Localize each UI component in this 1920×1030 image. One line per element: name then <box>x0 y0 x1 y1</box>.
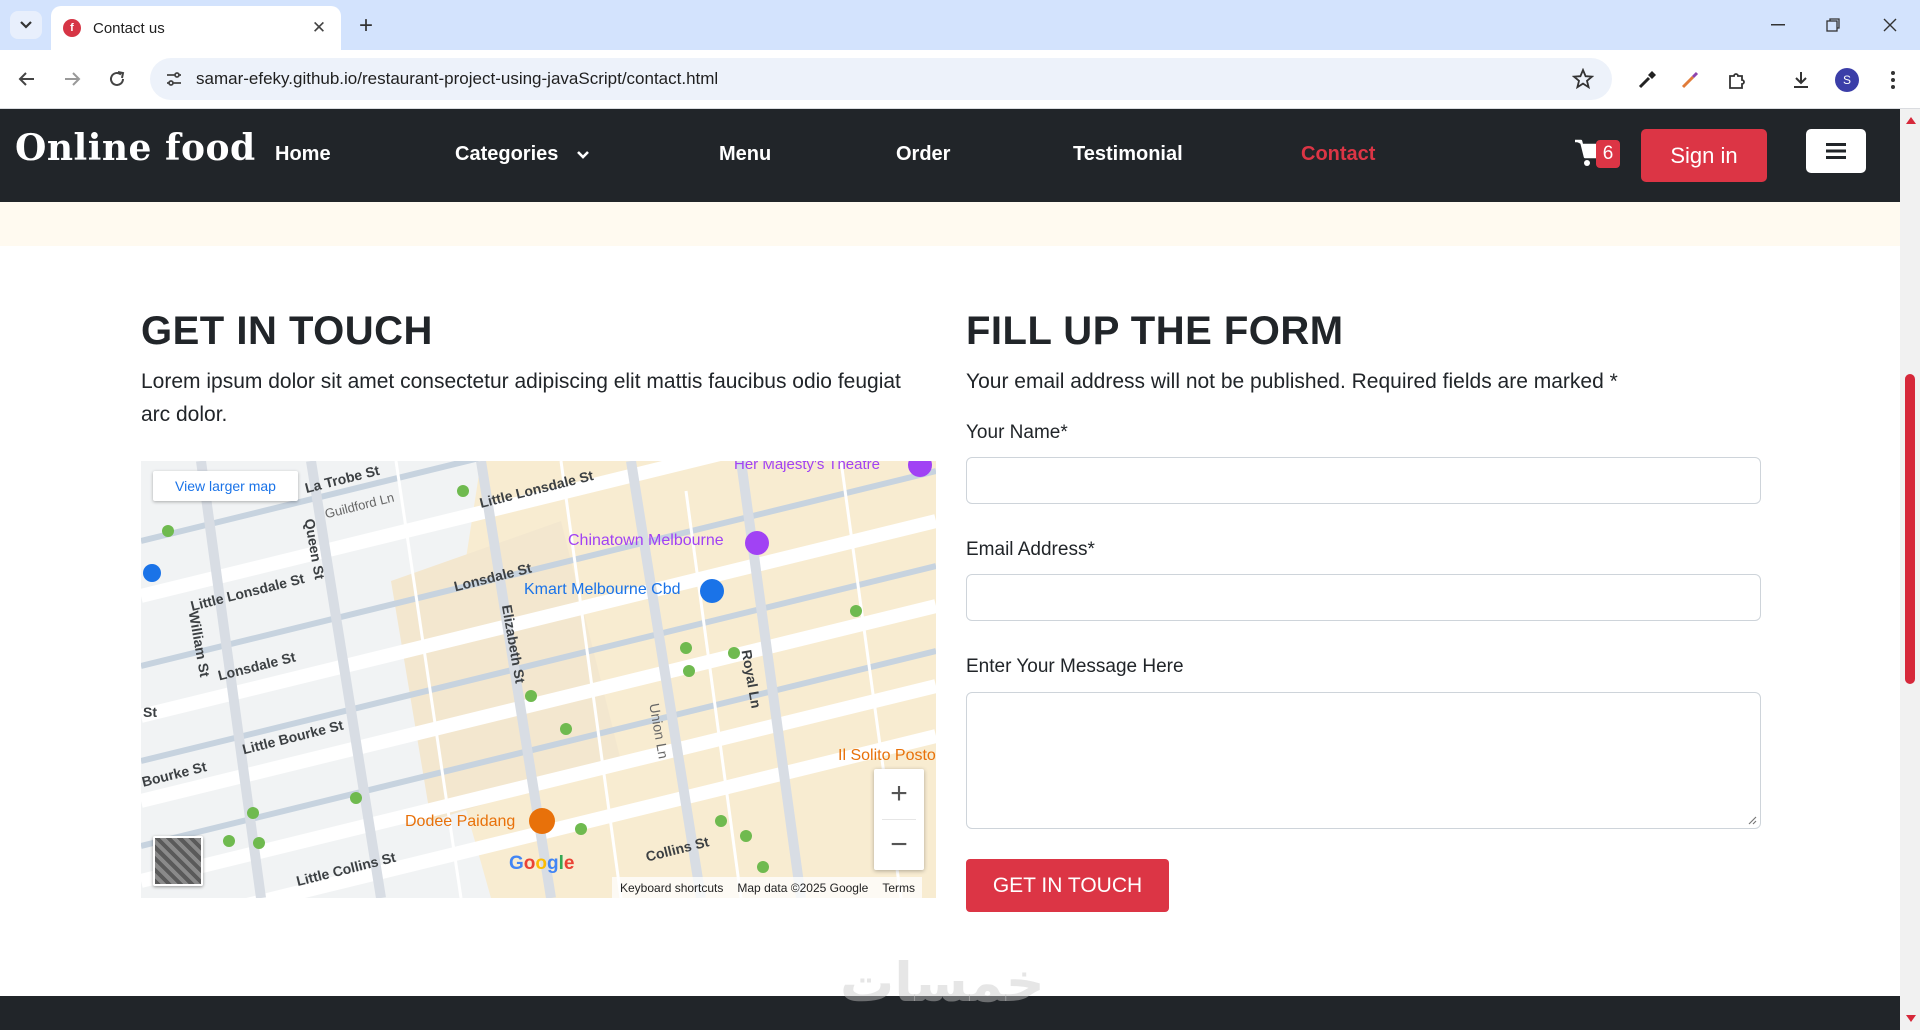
site-navbar: Online food Home Categories Menu Order T… <box>0 109 1900 202</box>
map-streets <box>141 461 936 898</box>
email-label: Email Address* <box>966 539 1095 560</box>
page-viewport: Online food Home Categories Menu Order T… <box>0 109 1900 1030</box>
view-larger-map-link[interactable]: View larger map <box>153 471 298 501</box>
map-attribution: Keyboard shortcuts Map data ©2025 Google… <box>612 877 922 898</box>
back-icon[interactable] <box>12 64 42 94</box>
tab-title: Contact us <box>93 19 165 37</box>
keyboard-shortcuts-link[interactable]: Keyboard shortcuts <box>620 881 723 895</box>
resize-grip-icon[interactable] <box>1747 815 1757 825</box>
cart-count-badge: 6 <box>1596 140 1620 168</box>
page-scrollbar[interactable] <box>1900 109 1920 1030</box>
nav-order[interactable]: Order <box>896 143 950 166</box>
nav-contact[interactable]: Contact <box>1301 143 1375 166</box>
reload-icon[interactable] <box>102 64 132 94</box>
url-text: samar-efeky.github.io/restaurant-project… <box>196 69 719 88</box>
map-data-text: Map data ©2025 Google <box>737 880 869 895</box>
close-icon[interactable]: ✕ <box>309 18 329 38</box>
paint-icon[interactable] <box>1676 66 1704 94</box>
map-place-theatre[interactable]: Her Majesty's Theatre <box>734 461 880 473</box>
google-map[interactable]: Her Majesty's Theatre Chinatown Melbourn… <box>141 461 936 898</box>
name-label: Your Name* <box>966 422 1068 443</box>
download-icon[interactable] <box>1787 66 1815 94</box>
extensions-icon[interactable] <box>1723 66 1751 94</box>
contact-title: GET IN TOUCH <box>141 309 433 353</box>
brand-logo[interactable]: Online food <box>15 127 256 169</box>
scroll-up-icon[interactable] <box>1906 117 1916 124</box>
zoom-out-icon[interactable]: − <box>874 820 924 870</box>
menu-icon[interactable] <box>1806 129 1866 173</box>
site-info-icon[interactable] <box>164 69 184 89</box>
map-zoom-control: + − <box>874 769 924 870</box>
chevron-down-icon <box>577 150 589 159</box>
watermark-logo: خمسات <box>840 951 1045 1014</box>
email-input[interactable] <box>966 574 1761 621</box>
nav-testimonial[interactable]: Testimonial <box>1073 143 1183 166</box>
browser-toolbar: samar-efeky.github.io/restaurant-project… <box>0 50 1920 109</box>
form-title: FILL UP THE FORM <box>966 309 1344 353</box>
zoom-in-icon[interactable]: + <box>874 769 924 819</box>
star-icon[interactable] <box>1572 68 1594 90</box>
scroll-down-icon[interactable] <box>1906 1015 1916 1022</box>
nav-menu[interactable]: Menu <box>719 143 771 166</box>
map-place-chinatown[interactable]: Chinatown Melbourne <box>568 532 724 550</box>
terms-link[interactable]: Terms <box>882 881 915 895</box>
nav-home[interactable]: Home <box>275 143 331 166</box>
page-banner-band <box>0 202 1900 246</box>
restore-icon[interactable] <box>1813 10 1853 40</box>
satellite-toggle[interactable] <box>153 836 203 886</box>
map-place-dodee[interactable]: Dodee Paidang <box>405 813 515 831</box>
street-label: St <box>143 704 157 720</box>
name-input[interactable] <box>966 457 1761 504</box>
plus-icon[interactable]: + <box>352 12 380 40</box>
nav-categories-label: Categories <box>455 143 559 165</box>
google-logo: Google <box>509 853 575 874</box>
eyedropper-icon[interactable] <box>1633 66 1661 94</box>
browser-tabstrip: f Contact us ✕ + <box>0 0 1920 50</box>
profile-avatar[interactable]: S <box>1835 68 1859 92</box>
address-bar[interactable]: samar-efeky.github.io/restaurant-project… <box>150 58 1612 100</box>
kebab-menu-icon[interactable] <box>1879 66 1907 94</box>
tab-search-icon[interactable] <box>10 11 42 39</box>
form-note: Your email address will not be published… <box>966 370 1618 393</box>
nav-categories[interactable]: Categories <box>455 143 590 166</box>
minimize-icon[interactable] <box>1758 10 1798 40</box>
forward-icon[interactable] <box>57 64 87 94</box>
message-label: Enter Your Message Here <box>966 656 1184 677</box>
map-place-kmart[interactable]: Kmart Melbourne Cbd <box>524 581 681 599</box>
submit-button[interactable]: GET IN TOUCH <box>966 859 1169 912</box>
signin-button[interactable]: Sign in <box>1641 129 1767 182</box>
contact-text: Lorem ipsum dolor sit amet consectetur a… <box>141 370 901 426</box>
map-place-solito[interactable]: Il Solito Posto <box>838 747 936 765</box>
scrollbar-thumb[interactable] <box>1905 374 1915 684</box>
window-close-icon[interactable] <box>1870 10 1910 40</box>
message-textarea[interactable] <box>966 692 1761 829</box>
favicon-icon: f <box>63 19 81 37</box>
browser-tab[interactable]: f Contact us ✕ <box>51 6 341 50</box>
